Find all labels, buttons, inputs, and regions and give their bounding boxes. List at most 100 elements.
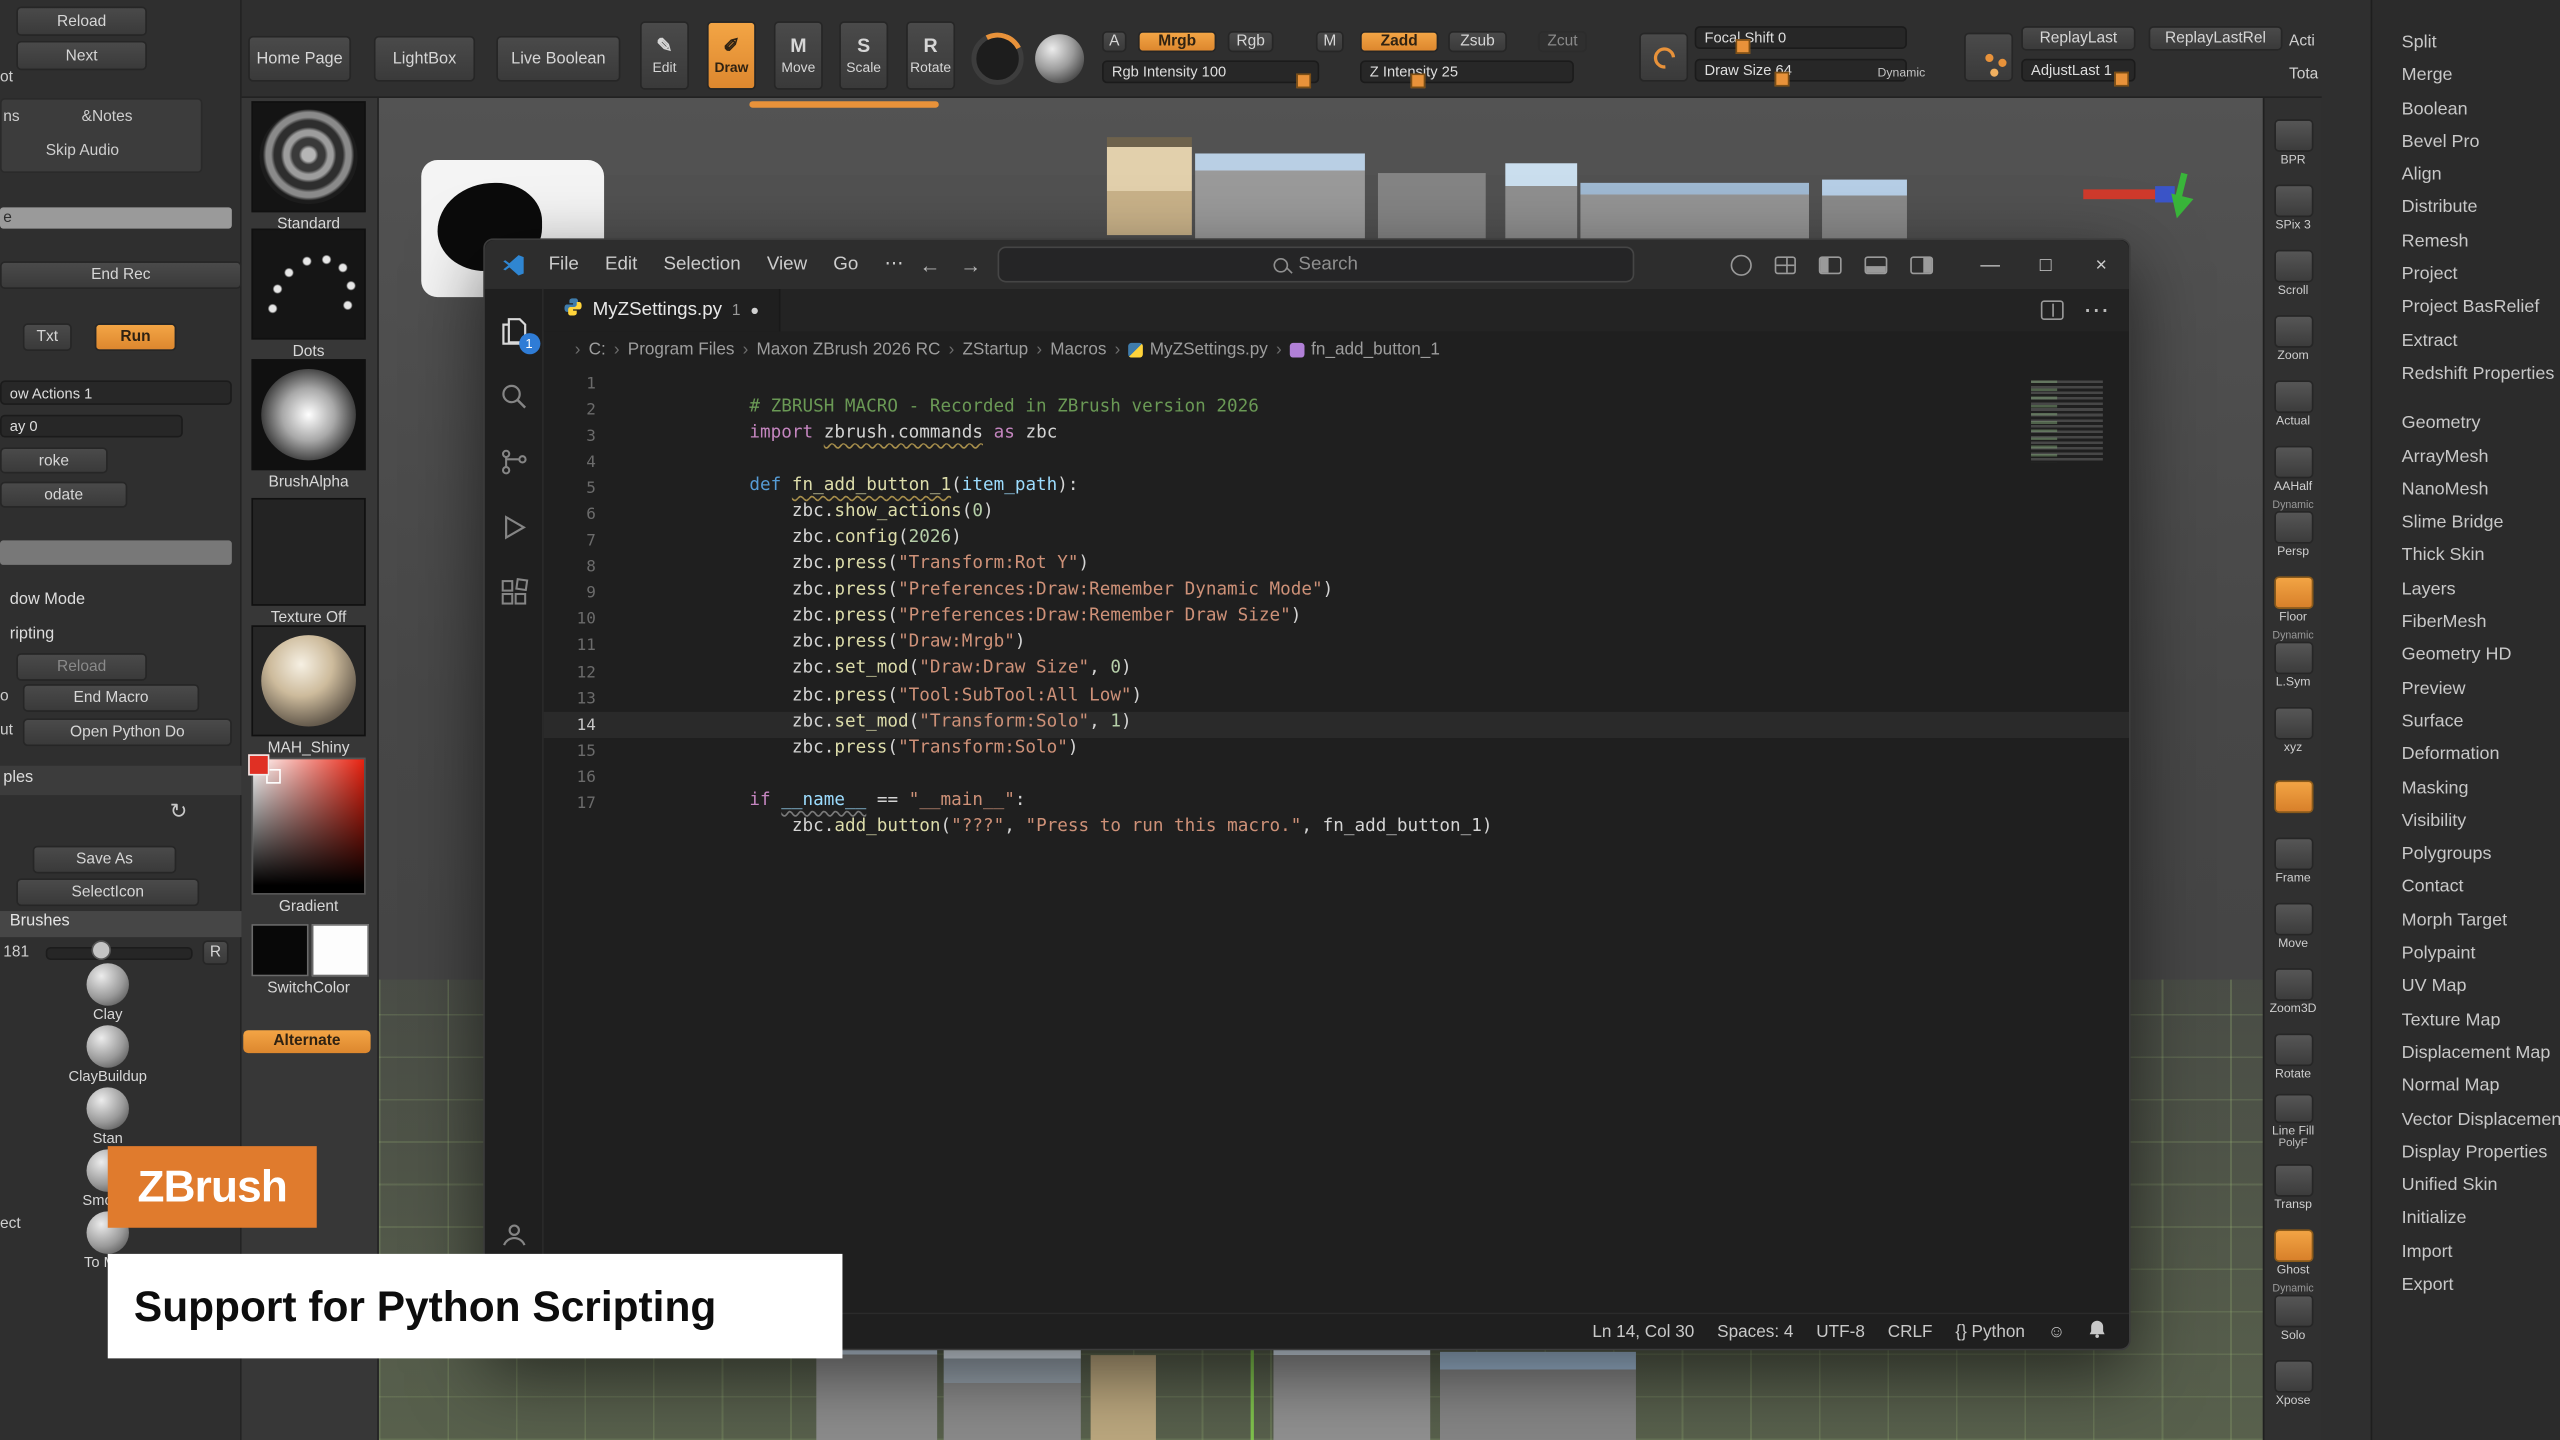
select-icon-button[interactable]: SelectIcon [16,878,199,906]
shelf-item[interactable] [2264,758,2323,823]
forward-icon[interactable]: → [960,252,981,276]
shelf-item[interactable]: Line Fill PolyF [2264,1084,2323,1149]
toggle-secondary-sidebar-icon[interactable] [1910,256,1933,274]
tool-menu-item[interactable]: Surface [2372,705,2560,738]
menu-item[interactable]: ⋯ [871,240,916,289]
shelf-item[interactable]: Dynamic Solo [2264,1280,2323,1345]
tool-menu-item[interactable]: Redshift Properties [2372,358,2560,391]
back-icon[interactable]: ← [919,252,940,276]
tool-menu-item[interactable]: Normal Map [2372,1070,2560,1103]
scale-mode-button[interactable]: S Scale [839,21,888,90]
tab-modified-dot[interactable]: ● [750,302,759,318]
shelf-item[interactable]: Scroll [2264,235,2323,300]
tool-menu-item[interactable]: Display Properties [2372,1136,2560,1169]
tool-menu-item[interactable]: Contact [2372,871,2560,904]
minimize-button[interactable]: — [1962,240,2018,289]
tool-menu-item[interactable]: Extract [2372,324,2560,357]
shelf-item[interactable]: Dynamic L.Sym [2264,627,2323,692]
breadcrumb-item[interactable]: fn_add_button_1 [1268,340,1440,360]
stroke-ring-icon[interactable] [971,33,1023,85]
replay-last-button[interactable]: ReplayLast [2021,26,2135,50]
language-mode[interactable]: {} Python [1955,1322,2025,1342]
save-as-button[interactable]: Save As [33,846,177,874]
tool-menu-item[interactable]: Merge [2372,59,2560,92]
rgb-button[interactable]: Rgb [1228,31,1274,52]
brush-item[interactable]: Clay [65,963,150,1022]
shelf-item[interactable]: Dynamic Persp [2264,496,2323,561]
adjust-last-slider[interactable]: AdjustLast 1 [2021,59,2135,82]
end-macro-button[interactable]: End Macro [23,684,199,712]
move-mode-button[interactable]: M Move [774,21,823,90]
focal-curve-icon-button[interactable] [1639,33,1688,82]
source-control-icon[interactable] [494,442,533,481]
notes-button[interactable]: &Notes [82,108,133,126]
tray-thumbnail[interactable]: Alternate [247,1027,371,1053]
tool-menu-item[interactable]: Deformation [2372,738,2560,771]
zcut-button[interactable]: Zcut [1538,31,1587,52]
tool-menu-item[interactable]: FiberMesh [2372,606,2560,639]
focal-shift-slider[interactable]: Focal Shift 0 [1695,26,1907,49]
vscode-titlebar[interactable]: FileEditSelectionViewGo⋯ ← → Search — □ … [485,240,2129,289]
cursor-position[interactable]: Ln 14, Col 30 [1592,1322,1694,1342]
tool-menu-item[interactable]: ArrayMesh [2372,440,2560,473]
run-button[interactable]: Run [95,323,177,351]
draw-size-handle[interactable] [1775,72,1790,87]
toggle-panel-icon[interactable] [1864,256,1887,274]
extensions-icon[interactable] [494,573,533,612]
tool-menu-item[interactable]: Align [2372,159,2560,192]
run-debug-icon[interactable] [494,508,533,547]
shelf-item[interactable]: Rotate [2264,1019,2323,1084]
command-search-box[interactable]: Search [998,247,1635,283]
slider-bar[interactable] [0,540,232,564]
refresh-icon[interactable]: ↻ [170,798,188,824]
shelf-item[interactable]: AAHalf [2264,431,2323,496]
reload-disabled-button[interactable]: Reload [16,653,147,681]
replay-dots-icon-button[interactable] [1964,33,2013,82]
shelf-item[interactable]: Floor [2264,562,2323,627]
edit-mode-button[interactable]: Edit [640,21,689,90]
brush-item[interactable]: ClayBuildup [65,1025,150,1084]
encoding[interactable]: UTF-8 [1816,1322,1865,1342]
eol-sequence[interactable]: CRLF [1888,1322,1933,1342]
tool-menu-item[interactable]: UV Map [2372,970,2560,1003]
a-channel-button[interactable]: A [1102,31,1126,52]
tray-thumbnail[interactable]: MAH_Shiny [247,625,371,757]
tray-thumbnail[interactable]: Standard [247,101,371,233]
shelf-item[interactable]: BPR [2264,104,2323,169]
tab-myzsettings[interactable]: MyZSettings.py 1 ● [544,289,781,331]
code-editor[interactable]: 1 # ZBRUSH MACRO - Recorded in ZBrush ve… [544,367,2129,1312]
menu-item[interactable]: Edit [592,240,650,289]
tool-menu-item[interactable]: Project [2372,258,2560,291]
menu-item[interactable]: Selection [650,240,753,289]
toggle-sidebar-icon[interactable] [1819,256,1842,274]
brush-item[interactable]: Stan [65,1087,150,1146]
dynamic-label[interactable]: Dynamic [1878,65,1926,80]
explorer-icon[interactable]: 1 [494,312,533,351]
tool-menu-item[interactable]: Vector Displacement [2372,1103,2560,1136]
tool-menu-item[interactable]: Preview [2372,672,2560,705]
delay-slider[interactable]: ay 0 [0,415,183,438]
tool-menu-item[interactable]: Geometry [2372,407,2560,440]
tool-menu-item[interactable]: Split [2372,26,2560,59]
feedback-smiley-icon[interactable]: ☺ [2048,1322,2066,1342]
tool-menu-item[interactable]: Polygroups [2372,838,2560,871]
close-button[interactable]: × [2073,240,2129,289]
brush-size-slider-handle[interactable] [91,940,111,960]
menu-item[interactable]: View [754,240,820,289]
menu-item[interactable]: Go [820,240,871,289]
show-actions-slider[interactable]: ow Actions 1 [0,380,232,404]
rgb-intensity-slider[interactable]: Rgb Intensity 100 [1102,60,1319,83]
tool-menu-item[interactable]: Thick Skin [2372,540,2560,573]
mrgb-button[interactable]: Mrgb [1138,31,1216,52]
tray-thumbnail[interactable]: BrushAlpha [247,359,371,491]
tool-menu-item[interactable]: Import [2372,1235,2560,1268]
tray-thumbnail[interactable]: Dots [247,229,371,361]
skip-audio-button[interactable]: Skip Audio [46,142,119,160]
account-icon[interactable] [494,1215,533,1254]
shelf-item[interactable]: Transp [2264,1149,2323,1214]
tray-thumbnail[interactable]: Gradient [247,758,371,916]
shelf-item[interactable]: Frame [2264,823,2323,888]
draw-mode-button[interactable]: Draw [707,21,756,90]
shelf-item[interactable]: Zoom [2264,300,2323,365]
menu-item[interactable]: File [536,240,592,289]
